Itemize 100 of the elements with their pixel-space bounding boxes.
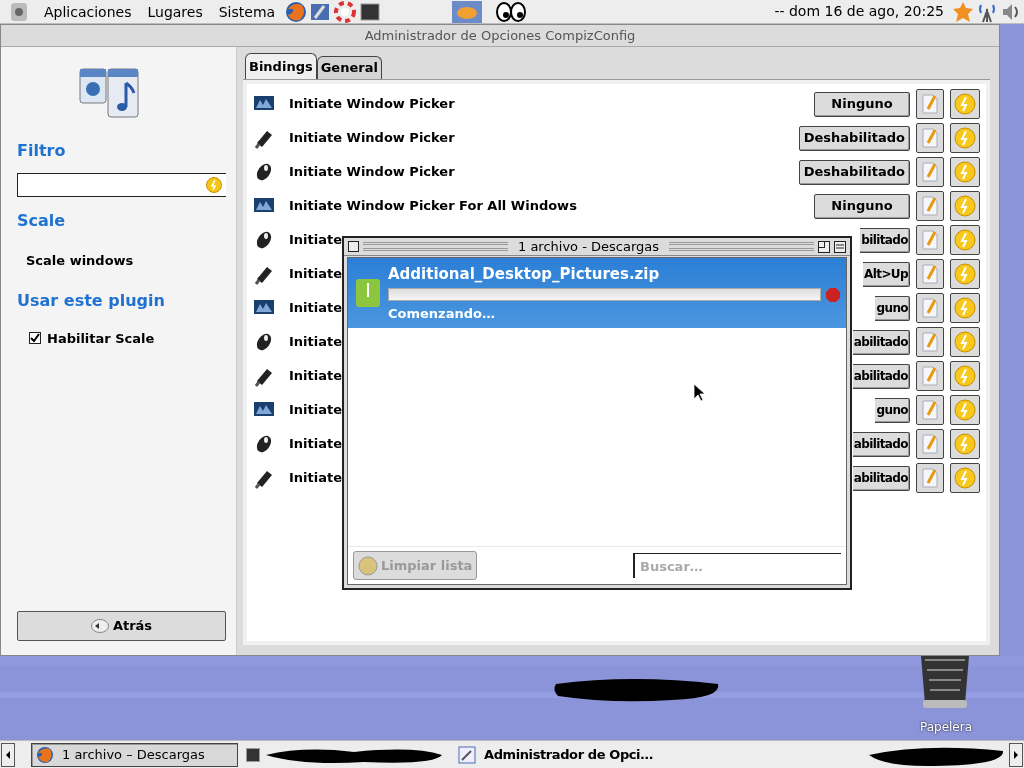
binding-button[interactable]: bilitado [860,227,910,253]
window-menu-button[interactable] [348,241,359,252]
search-field[interactable]: Buscar… [633,553,841,578]
edit-button[interactable] [916,259,944,289]
settings-icon [458,745,476,764]
reset-button[interactable] [950,293,980,323]
edit-button[interactable] [916,429,944,459]
browser-icon[interactable] [285,0,308,23]
reset-button[interactable] [950,361,980,391]
menu-item[interactable]: Lugares [139,1,211,22]
binding-button[interactable]: Ninguno [814,91,910,117]
window-title: 1 archivo - Descargas [517,238,661,255]
menu-item[interactable]: Sistema [210,1,284,22]
lightning-icon [954,297,976,319]
edit-button[interactable] [916,361,944,391]
binding-button[interactable]: Alt>Up [863,261,910,287]
binding-name: Initiate Window Picker For All Windows [289,197,577,216]
cursor-icon [694,384,705,401]
edit-icon [921,195,939,217]
edit-icon [921,297,939,319]
plugin-description: Scale windows [25,252,135,270]
status-text: Comenzando… [388,304,496,323]
shade-icon[interactable] [834,240,846,253]
binding-button[interactable]: abilitado [852,465,910,491]
binding-button[interactable]: Ninguno [814,193,910,219]
filter-field[interactable] [17,173,226,197]
edit-button[interactable] [916,225,944,255]
menu-item[interactable]: Aplicaciones [36,1,140,22]
section-heading: Filtro [17,140,67,162]
reset-button[interactable] [950,463,980,493]
fish-icon[interactable] [452,0,483,23]
reset-button[interactable] [950,395,980,425]
maximize-icon[interactable] [818,240,830,253]
reset-button[interactable] [950,123,980,153]
binding-button[interactable]: abilitado [852,363,910,389]
reset-button[interactable] [950,429,980,459]
edit-icon [921,263,939,285]
edit-icon [921,161,939,183]
section-heading: Usar este plugin [17,289,166,312]
binding-button[interactable]: Deshabilitado [798,125,910,151]
binding-button[interactable]: abilitado [852,329,910,355]
scroll-right-icon[interactable] [1009,742,1023,767]
edit-button[interactable] [916,89,944,119]
binding-name: Initiate [289,401,343,420]
download-item[interactable]: Additional_Desktop_Pictures.zip Comenzando… [348,258,846,328]
binding-button[interactable]: guno [875,397,910,423]
edit-icon [921,331,939,353]
reset-button[interactable] [950,327,980,357]
foot-icon[interactable] [9,0,29,23]
edit-icon [921,365,939,387]
tab[interactable]: General [316,56,382,79]
file-name: Additional_Desktop_Pictures.zip [388,264,661,285]
help-icon[interactable] [334,0,357,23]
lightning-icon [954,467,976,489]
tab[interactable]: Bindings [245,53,317,79]
edit-button[interactable] [916,293,944,323]
reset-button[interactable] [950,157,980,187]
edit-button[interactable] [916,123,944,153]
lightning-icon [954,331,976,353]
scroll-left-icon[interactable] [1,742,15,767]
reset-button[interactable] [950,191,980,221]
binding-name: Initiate [289,333,343,352]
terminal-icon[interactable] [246,747,260,762]
eyes-icon[interactable] [495,0,528,23]
back-button[interactable]: Atrás [17,611,226,641]
lightning-icon [954,93,976,115]
browser-icon [36,745,54,764]
edit-button[interactable] [916,463,944,493]
reset-button[interactable] [950,89,980,119]
binding-name: Initiate [289,231,343,250]
binding-name: Initiate Window Picker [289,163,455,182]
edit-icon [921,467,939,489]
edit-icon [921,93,939,115]
reset-button[interactable] [950,259,980,289]
check-icon [30,333,40,344]
binding-button[interactable]: Deshabilitado [798,159,910,185]
lightning-icon [954,399,976,421]
edit-icon [921,433,939,455]
binding-button[interactable]: abilitado [852,431,910,457]
edit-button[interactable] [916,191,944,221]
edit-button[interactable] [916,395,944,425]
clock-text[interactable]: -- dom 16 de ago, 20:25 [774,1,944,22]
taskbar-button[interactable]: Administrador de Opci… [454,742,657,767]
edit-button[interactable] [916,157,944,187]
lightning-icon [954,127,976,149]
edit-icon [921,399,939,421]
binding-name: Initiate [289,299,343,318]
edit-icon [921,229,939,251]
clear-icon [358,555,378,576]
terminal-icon[interactable] [359,0,382,23]
taskbar-button[interactable]: 1 archivo – Descargas [31,742,238,767]
checkbox[interactable] [29,332,41,345]
binding-button[interactable]: guno [875,295,910,321]
clear-icon [206,177,222,193]
reset-button[interactable] [950,225,980,255]
binding-name: Initiate [289,265,343,284]
archive-icon [356,279,380,307]
lightning-icon [954,263,976,285]
edit-button[interactable] [916,327,944,357]
checkbox-label: Habilitar Scale [47,329,155,348]
